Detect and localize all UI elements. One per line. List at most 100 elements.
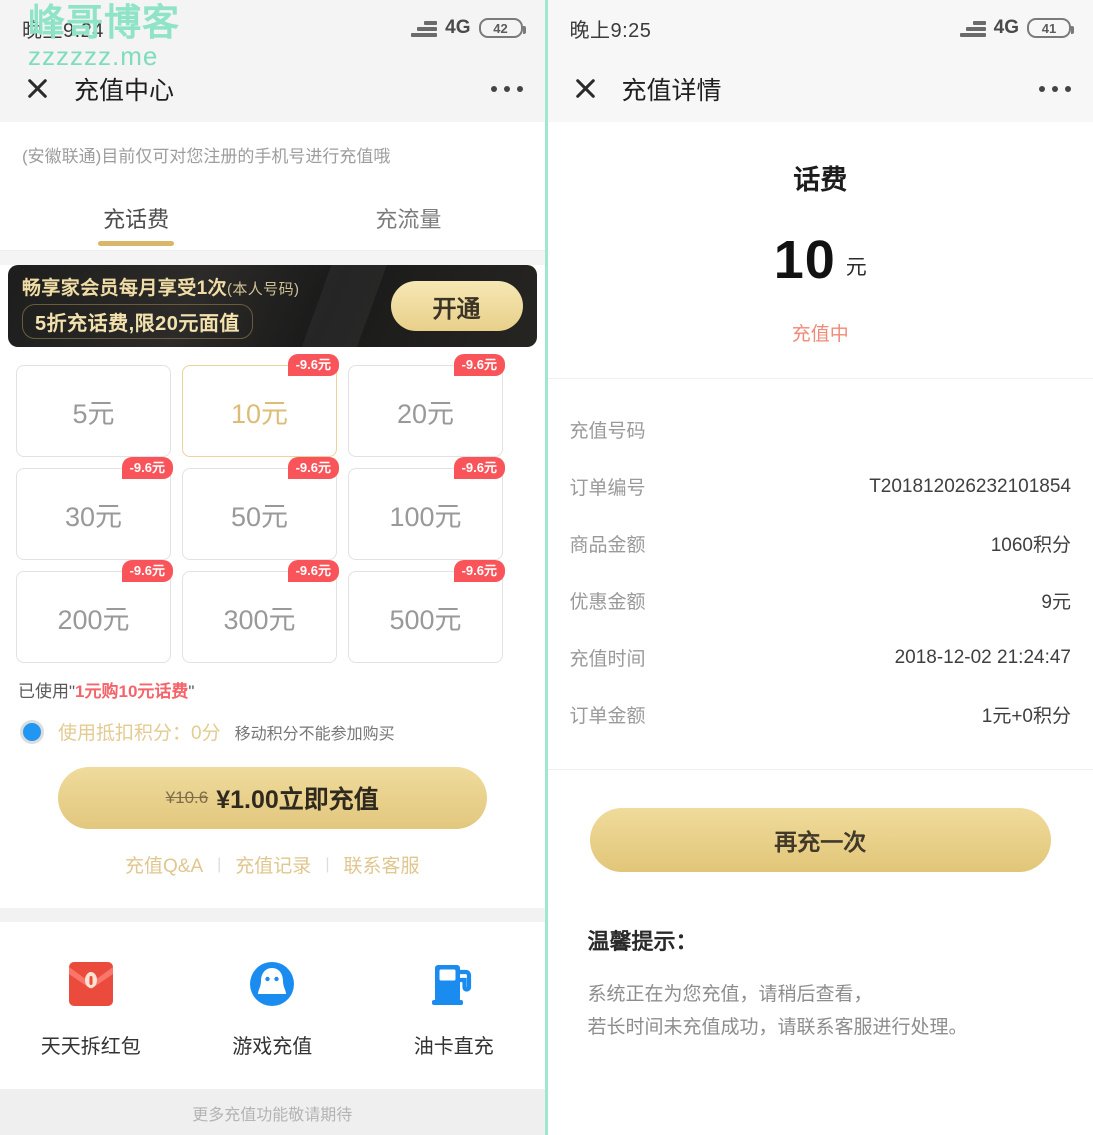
denomination-label: 5元 <box>72 392 114 431</box>
right-status-bar: 晚上9:25 4G 41 <box>548 0 1093 56</box>
link-separator: | <box>217 856 221 874</box>
denomination-option[interactable]: -9.6元20元 <box>348 365 503 457</box>
used-coupon-text: 已使用"1元购10元话费" <box>0 663 545 702</box>
denomination-label: 500元 <box>389 598 461 637</box>
carrier-notice: (安徽联通)目前仅可对您注册的手机号进行充值哦 <box>0 122 545 186</box>
order-amount-value: 10 <box>774 230 836 290</box>
denomination-label: 200元 <box>57 598 129 637</box>
original-price: ¥10.6 <box>166 788 209 808</box>
used-coupon-name: 1元购10元话费 <box>75 682 188 701</box>
detail-key: 订单编号 <box>570 473 646 500</box>
close-icon[interactable] <box>570 74 600 104</box>
denomination-option[interactable]: -9.6元30元 <box>16 468 171 560</box>
denomination-option[interactable]: 5元 <box>16 365 171 457</box>
quick-entry-game-recharge[interactable]: 游戏充值 <box>182 956 364 1059</box>
banner-headline-sub: (本人号码) <box>227 281 299 298</box>
detail-key: 商品金额 <box>570 530 646 557</box>
discount-badge: -9.6元 <box>454 354 505 376</box>
link-recharge-qa[interactable]: 充值Q&A <box>125 851 203 878</box>
close-icon[interactable] <box>22 74 52 104</box>
quick-entry-fuel-card[interactable]: 油卡直充 <box>363 956 545 1059</box>
signal-bars-icon <box>411 20 437 37</box>
denomination-option[interactable]: -9.6元500元 <box>348 571 503 663</box>
more-dots-icon[interactable] <box>491 86 523 92</box>
points-label: 使用抵扣积分：0分 <box>58 718 221 745</box>
warm-tips-section: 温馨提示： 系统正在为您充值，请稍后查看， 若长时间未充值成功，请联系客服进行处… <box>548 872 1093 1045</box>
denomination-option[interactable]: -9.6元100元 <box>348 468 503 560</box>
table-row: 订单金额 1元+0积分 <box>570 686 1072 743</box>
activate-membership-button[interactable]: 开通 <box>391 281 523 331</box>
used-prefix: 已使用" <box>18 682 75 701</box>
recharge-card: 畅享家会员每月享受1次(本人号码) 5折充话费,限20元面值 开通 5元 -9.… <box>0 265 545 908</box>
network-type-label: 4G <box>994 17 1019 39</box>
discount-badge: -9.6元 <box>288 457 339 479</box>
points-radio-button[interactable] <box>20 720 44 744</box>
warm-tips-line-2: 若长时间未充值成功，请联系客服进行处理。 <box>588 1011 1054 1044</box>
discount-badge: -9.6元 <box>288 354 339 376</box>
quick-entry-label: 油卡直充 <box>414 1030 494 1059</box>
signal-bars-icon <box>960 20 986 37</box>
quick-entry-label: 游戏充值 <box>232 1030 312 1059</box>
qq-penguin-icon <box>244 956 300 1012</box>
battery-level: 42 <box>493 22 507 35</box>
order-detail-list: 充值号码 订单编号 T201812026232101854 商品金额 1060积… <box>548 379 1093 770</box>
banner-headline: 畅享家会员每月享受1次(本人号码) <box>22 273 391 300</box>
denomination-label: 300元 <box>223 598 295 637</box>
denomination-option[interactable]: -9.6元10元 <box>182 365 337 457</box>
denomination-label: 50元 <box>231 495 288 534</box>
denomination-option[interactable]: -9.6元200元 <box>16 571 171 663</box>
tab-phone-bill[interactable]: 充话费 <box>0 186 272 250</box>
status-indicators: 4G 41 <box>960 17 1071 39</box>
status-time: 晚上9:24 <box>22 14 104 43</box>
right-nav-bar: 充值详情 <box>548 56 1093 122</box>
detail-key: 充值号码 <box>570 416 646 443</box>
tab-bar: 充话费 充流量 <box>0 186 545 251</box>
table-row: 充值时间 2018-12-02 21:24:47 <box>570 629 1072 686</box>
more-dots-icon[interactable] <box>1039 86 1071 92</box>
quick-entry-red-packet[interactable]: 天天拆红包 <box>0 956 182 1059</box>
page-title: 充值中心 <box>74 71 174 107</box>
detail-value: T201812026232101854 <box>869 476 1071 498</box>
denomination-option[interactable]: -9.6元300元 <box>182 571 337 663</box>
warm-tips-body: 系统正在为您充值，请稍后查看， 若长时间未充值成功，请联系客服进行处理。 <box>588 978 1054 1045</box>
warm-tips-line-1: 系统正在为您充值，请稍后查看， <box>588 978 1054 1011</box>
table-row: 商品金额 1060积分 <box>570 515 1072 572</box>
denomination-option[interactable]: -9.6元50元 <box>182 468 337 560</box>
battery-level: 41 <box>1042 22 1056 35</box>
recharge-again-button[interactable]: 再充一次 <box>590 808 1052 872</box>
detail-value: 1060积分 <box>991 530 1071 557</box>
section-divider <box>0 908 545 922</box>
order-amount: 10元 <box>548 229 1093 291</box>
link-contact-support[interactable]: 联系客服 <box>343 851 419 878</box>
dual-screenshot-container: 晚上9:24 4G 42 充值中心 (安徽联通)目前仅可对您注册的手机号进行充值… <box>0 0 1093 1135</box>
status-time: 晚上9:25 <box>570 14 652 43</box>
banner-subline: 5折充话费,限20元面值 <box>22 304 253 339</box>
discount-badge: -9.6元 <box>454 560 505 582</box>
detail-value: 2018-12-02 21:24:47 <box>895 647 1071 669</box>
pay-now-button[interactable]: ¥10.6 ¥1.00立即充值 <box>58 767 487 829</box>
banner-headline-main: 畅享家会员每月享受1次 <box>22 278 227 299</box>
link-separator: | <box>325 856 329 874</box>
used-suffix: " <box>188 682 194 701</box>
status-indicators: 4G 42 <box>411 17 522 39</box>
link-recharge-history[interactable]: 充值记录 <box>235 851 311 878</box>
battery-icon: 41 <box>1027 18 1071 38</box>
detail-value: 9元 <box>1041 587 1071 614</box>
order-summary-hero: 话费 10元 充值中 <box>548 122 1093 379</box>
membership-banner[interactable]: 畅享家会员每月享受1次(本人号码) 5折充话费,限20元面值 开通 <box>8 265 537 347</box>
denomination-label: 20元 <box>397 392 454 431</box>
more-features-note: 更多充值功能敬请期待 <box>0 1089 545 1135</box>
discount-badge: -9.6元 <box>454 457 505 479</box>
product-name: 话费 <box>548 158 1093 197</box>
discount-badge: -9.6元 <box>122 457 173 479</box>
denomination-label: 30元 <box>65 495 122 534</box>
helper-links: 充值Q&A | 充值记录 | 联系客服 <box>0 829 545 902</box>
quick-entry-row: 天天拆红包 游戏充值 油卡直充 <box>0 922 545 1089</box>
left-status-bar: 晚上9:24 4G 42 <box>0 0 545 56</box>
tab-data-plan[interactable]: 充流量 <box>272 186 544 250</box>
final-price-label: ¥1.00立即充值 <box>216 780 379 816</box>
detail-key: 优惠金额 <box>570 587 646 614</box>
table-row: 充值号码 <box>570 401 1072 458</box>
banner-text: 畅享家会员每月享受1次(本人号码) 5折充话费,限20元面值 <box>22 273 391 339</box>
quick-entry-label: 天天拆红包 <box>41 1030 141 1059</box>
